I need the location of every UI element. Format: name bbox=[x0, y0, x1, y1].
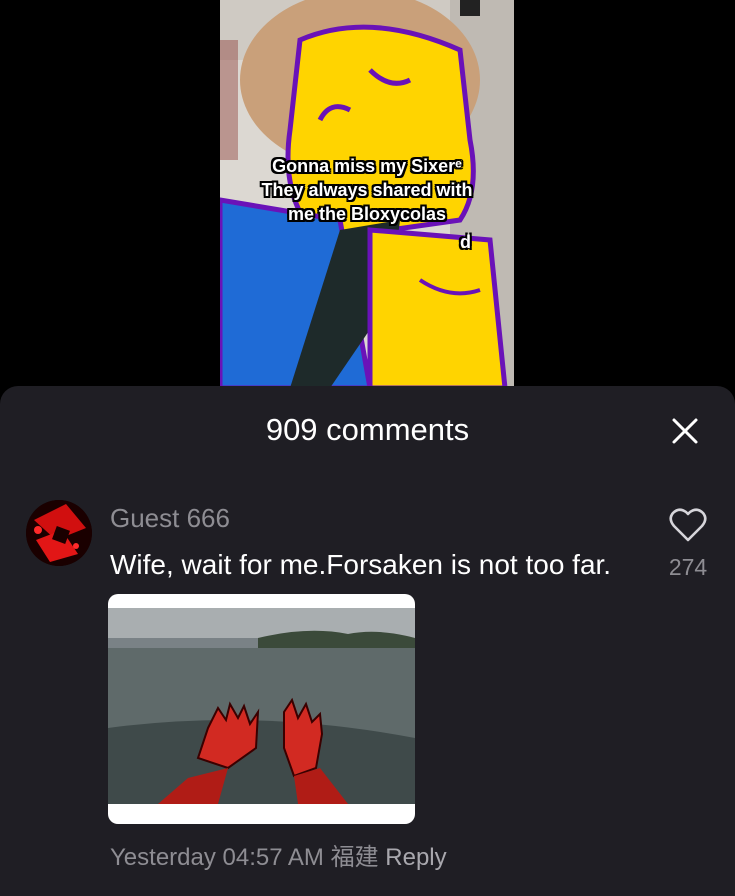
comment-location: 福建 bbox=[330, 844, 379, 871]
comments-count-title: 909 comments bbox=[265, 412, 470, 447]
close-icon bbox=[672, 418, 698, 444]
heart-outline-icon bbox=[669, 508, 707, 542]
comment-attached-image[interactable] bbox=[108, 594, 415, 824]
avatar[interactable] bbox=[26, 500, 92, 566]
comments-panel: 909 comments Guest 666 Wife, wait for me… bbox=[0, 386, 735, 896]
lake-with-hands-image bbox=[108, 608, 415, 804]
like-count: 274 bbox=[668, 554, 708, 580]
caption-line-2: They always shared with bbox=[261, 180, 473, 200]
reply-button[interactable]: Reply bbox=[385, 844, 446, 871]
caption-line-3: me the Bloxycolas bbox=[287, 204, 447, 224]
video-player[interactable]: Gonna miss my Sixerᵉ They always shared … bbox=[0, 0, 735, 400]
close-button[interactable] bbox=[664, 410, 706, 452]
avatar-image bbox=[26, 500, 92, 566]
video-frame[interactable]: Gonna miss my Sixerᵉ They always shared … bbox=[220, 0, 514, 388]
video-caption: Gonna miss my Sixerᵉ They always shared … bbox=[220, 154, 514, 226]
caption-line-1: Gonna miss my Sixerᵉ bbox=[272, 156, 462, 176]
comment-username[interactable]: Guest 666 bbox=[110, 502, 230, 534]
comment-meta: Yesterday 04:57 AM 福建 Reply bbox=[110, 842, 447, 874]
comment-timestamp: Yesterday 04:57 AM bbox=[110, 844, 324, 871]
caption-fragment: d bbox=[460, 232, 471, 252]
like-button[interactable] bbox=[668, 506, 708, 546]
comment-text: Wife, wait for me.Forsaken is not too fa… bbox=[110, 549, 612, 580]
